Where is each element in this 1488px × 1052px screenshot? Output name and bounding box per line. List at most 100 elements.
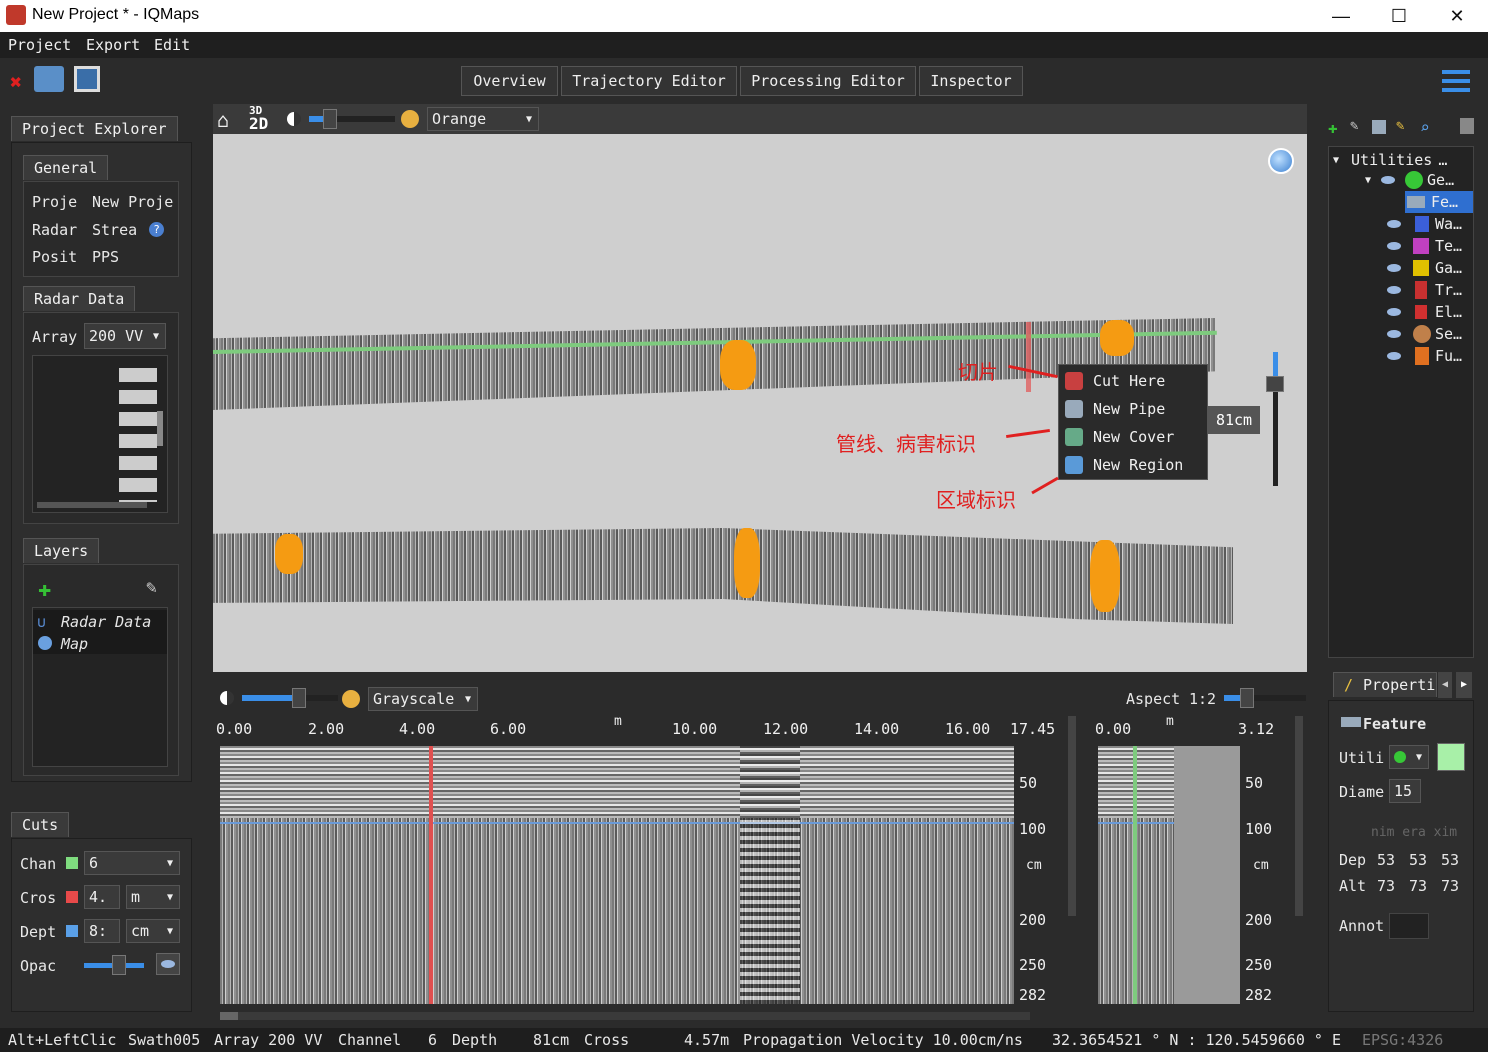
utility-item-ga[interactable]: Ga… (1387, 257, 1462, 279)
status-depth-value: 81cm (533, 1031, 570, 1049)
utility-item-fe[interactable]: Fe… (1405, 191, 1473, 213)
eye-icon[interactable] (1387, 264, 1401, 272)
save-icon[interactable] (74, 66, 100, 92)
help-icon[interactable]: ? (149, 222, 164, 237)
utility-item-ge[interactable]: ▼ Ge… (1365, 169, 1454, 191)
close-button[interactable]: ✕ (1428, 0, 1486, 32)
channel-list-scrollbar[interactable] (157, 411, 163, 446)
layers-tab[interactable]: Layers (23, 538, 100, 563)
cross-y-tick: 50 (1245, 774, 1264, 792)
menu-project[interactable]: Project (8, 36, 71, 54)
hamburger-menu-icon[interactable] (1442, 70, 1470, 92)
tab-processing-editor[interactable]: Processing Editor (740, 66, 916, 96)
brush-icon[interactable]: ✎ (1396, 118, 1404, 134)
map-colormap-select[interactable]: Orange ▼ (427, 107, 539, 131)
chevron-down-icon: ▼ (1333, 154, 1340, 166)
utility-icon (1415, 347, 1429, 365)
new-cover-label: New Cover (1093, 428, 1175, 446)
depth-max: 53 (1441, 851, 1460, 869)
menu-edit[interactable]: Edit (154, 36, 190, 54)
tab-trajectory-editor[interactable]: Trajectory Editor (561, 66, 737, 96)
brush-icon[interactable]: ✎ (146, 577, 157, 598)
eye-icon[interactable] (1387, 286, 1401, 294)
array-select[interactable]: 200 VV ▼ (84, 323, 166, 349)
color-picker[interactable] (1437, 743, 1465, 771)
settings-icon[interactable] (1460, 118, 1474, 134)
chevron-down-icon: ▼ (166, 925, 173, 937)
channel-list[interactable] (32, 355, 168, 513)
general-tab[interactable]: General (23, 155, 109, 180)
eye-icon[interactable] (1387, 220, 1401, 228)
utility-select[interactable]: ▼ (1389, 745, 1429, 769)
utility-item-tr[interactable]: Tr… (1387, 279, 1462, 301)
utility-item-el[interactable]: El… (1387, 301, 1462, 323)
radar-data-tab[interactable]: Radar Data (23, 286, 136, 311)
channel-toggle-icons[interactable] (119, 362, 157, 502)
utility-icon (1415, 305, 1427, 319)
status-swath: Swath005 (128, 1031, 201, 1049)
profile-image-shallow[interactable] (220, 746, 1014, 818)
channel-position-line (1133, 746, 1137, 1004)
cross-unit-select[interactable]: m ▼ (126, 885, 180, 909)
profile-vscrollbar[interactable] (1068, 716, 1076, 916)
minimize-button[interactable]: — (1312, 0, 1370, 32)
visibility-toggle[interactable] (156, 953, 180, 975)
tab-scroll-left[interactable]: ◀ (1438, 672, 1452, 698)
edit-icon[interactable]: ✎ (1350, 118, 1358, 134)
eye-icon[interactable] (1387, 330, 1401, 338)
cut-here-menu-item[interactable]: Cut Here (1059, 367, 1207, 395)
new-region-menu-item[interactable]: New Region (1059, 451, 1207, 479)
tab-inspector[interactable]: Inspector (919, 66, 1023, 96)
diameter-spinbox[interactable]: 15 (1389, 779, 1421, 803)
project-explorer-tab[interactable]: Project Explorer (11, 116, 178, 141)
layer-item-map[interactable]: Map (61, 635, 88, 653)
profile-hscrollbar[interactable] (220, 1012, 1030, 1020)
eye-icon[interactable] (1381, 176, 1396, 184)
aspect-slider-handle[interactable] (1240, 688, 1254, 708)
status-cross-value: 4.57m (684, 1031, 730, 1049)
menu-export[interactable]: Export (86, 36, 140, 54)
depth-unit-select[interactable]: cm ▼ (126, 919, 180, 943)
channel-select[interactable]: 6 ▼ (84, 851, 180, 875)
cross-x-tick: 3.12 (1238, 720, 1275, 738)
utility-item-te[interactable]: Te… (1387, 235, 1462, 257)
add-icon[interactable]: ✚ (1328, 118, 1338, 137)
close-project-icon[interactable]: ✖ (10, 70, 22, 94)
zoom-icon[interactable]: ⌕ (1420, 118, 1430, 137)
eye-icon[interactable] (1387, 352, 1401, 360)
channel-list-hscrollbar[interactable] (37, 502, 147, 508)
profile-image-deep[interactable] (220, 818, 1014, 1004)
globe-icon[interactable] (1268, 148, 1294, 174)
cross-vscrollbar[interactable] (1295, 716, 1303, 916)
new-cover-menu-item[interactable]: New Cover (1059, 423, 1207, 451)
depth-spinbox[interactable]: 8: (84, 919, 120, 943)
profile-colormap-select[interactable]: Grayscale ▼ (368, 687, 478, 711)
eye-icon[interactable] (1387, 308, 1401, 316)
profile-contrast-handle[interactable] (292, 688, 306, 708)
utility-item-se[interactable]: Se… (1387, 323, 1462, 345)
cross-spinbox[interactable]: 4. (84, 885, 120, 909)
utility-item-wa[interactable]: Wa… (1387, 213, 1462, 235)
menu-bar: Project Export Edit (0, 32, 1488, 58)
tab-overview[interactable]: Overview (461, 66, 558, 96)
maximize-button[interactable]: ☐ (1370, 0, 1428, 32)
opacity-slider-handle[interactable] (112, 955, 126, 975)
utility-item-fu[interactable]: Fu… (1387, 345, 1462, 367)
contrast-slider-handle[interactable] (323, 109, 337, 129)
home-icon[interactable]: ⌂ (217, 108, 229, 132)
layer-item-radar-data[interactable]: Radar Data (61, 613, 151, 631)
add-layer-icon[interactable]: ✚ (38, 577, 51, 602)
delete-icon[interactable] (1372, 120, 1386, 134)
depth-slider-handle[interactable] (1266, 376, 1284, 392)
utility-icon (1413, 238, 1429, 254)
annotation-field[interactable] (1389, 913, 1429, 939)
depth-unit-value: cm (131, 922, 150, 940)
2d-toggle[interactable]: 2D (249, 114, 268, 133)
eye-icon[interactable] (1387, 242, 1401, 250)
properties-tab[interactable]: / Properti (1333, 672, 1437, 697)
cuts-tab[interactable]: Cuts (11, 812, 70, 837)
tab-scroll-right[interactable]: ▶ (1456, 672, 1472, 698)
new-pipe-menu-item[interactable]: New Pipe (1059, 395, 1207, 423)
utilities-root[interactable]: ▼ Utilities… (1333, 149, 1447, 171)
open-folder-icon[interactable] (34, 66, 64, 92)
